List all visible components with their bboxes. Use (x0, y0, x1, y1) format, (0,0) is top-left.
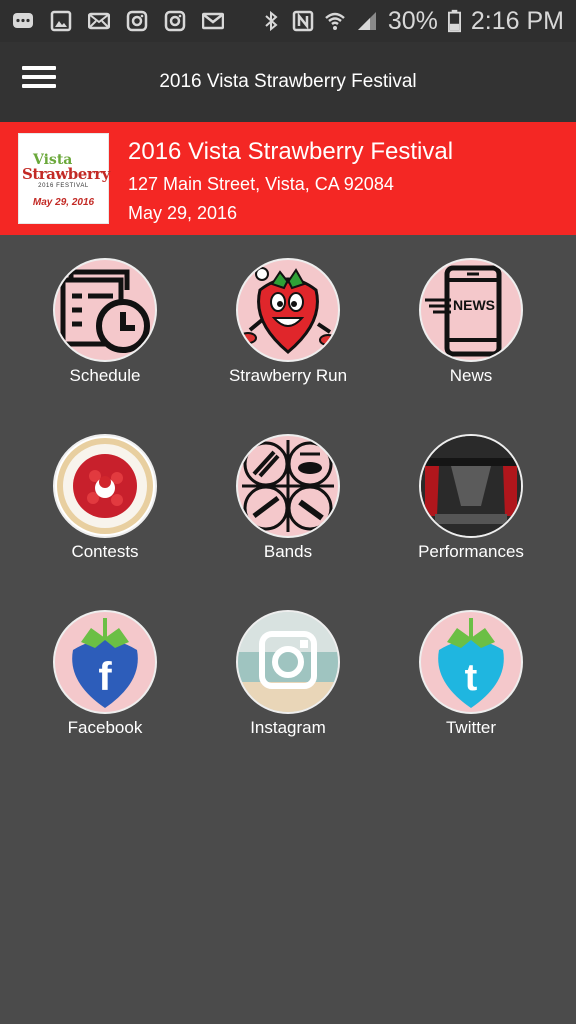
gmail-icon (202, 12, 224, 30)
news-phone-icon: NEWS (419, 258, 523, 362)
event-banner[interactable]: Vista Strawberry 2016 FESTIVAL May 29, 2… (0, 122, 576, 235)
logo-line-date: May 29, 2016 (32, 197, 95, 208)
gallery-icon (50, 10, 72, 32)
status-bar: 30% 2:16 PM (0, 0, 576, 42)
facebook-f-glyph: f (98, 655, 112, 699)
tile-news[interactable]: NEWS News (381, 258, 561, 408)
event-date: May 29, 2016 (128, 203, 238, 223)
strawberry-mascot-icon (236, 258, 340, 362)
battery-icon (447, 9, 461, 33)
tile-label: News (449, 366, 493, 385)
battery-percent: 30% (387, 6, 438, 35)
tile-strawberry-run[interactable]: Strawberry Run (198, 258, 378, 408)
tile-label: Strawberry Run (228, 366, 348, 385)
tile-label: Performances (418, 542, 524, 561)
instagram-icon (236, 610, 340, 714)
instagram-notification-icon-2 (164, 10, 186, 32)
strawberry-pie-icon (53, 434, 157, 538)
tile-bands[interactable]: Bands (198, 434, 378, 584)
instagram-notification-icon (126, 10, 148, 32)
tile-label: Bands (263, 542, 313, 561)
app-title: 2016 Vista Strawberry Festival (159, 71, 417, 92)
app-bar: 2016 Vista Strawberry Festival (0, 42, 576, 122)
stage-icon (419, 434, 523, 538)
nfc-icon (292, 10, 314, 32)
tile-twitter[interactable]: t Twitter (381, 610, 561, 760)
event-name: 2016 Vista Strawberry Festival (128, 138, 454, 165)
bluetooth-icon (265, 10, 278, 32)
wifi-icon (325, 12, 345, 30)
tile-label: Instagram (250, 718, 326, 737)
chat-bubble-icon (13, 13, 33, 28)
clock: 2:16 PM (470, 6, 564, 35)
tile-instagram[interactable]: Instagram (198, 610, 378, 760)
event-logo: Vista Strawberry 2016 FESTIVAL May 29, 2… (18, 133, 110, 224)
logo-line-strawberry: Strawberry (22, 165, 110, 183)
instruments-icon (236, 434, 340, 538)
schedule-icon (53, 258, 157, 362)
facebook-strawberry-icon: f (53, 610, 157, 714)
signal-icon (357, 12, 376, 30)
news-icon-text: NEWS (453, 297, 495, 313)
tile-performances[interactable]: Performances (381, 434, 561, 584)
status-indicators: 30% 2:16 PM (260, 0, 564, 42)
logo-line-festival: 2016 FESTIVAL (38, 183, 89, 189)
tile-facebook[interactable]: f Facebook (15, 610, 195, 760)
tile-label: Facebook (67, 718, 143, 737)
tile-schedule[interactable]: Schedule (15, 258, 195, 408)
tile-contests[interactable]: Contests (15, 434, 195, 584)
tile-label: Contests (71, 542, 139, 561)
twitter-t-glyph: t (465, 657, 478, 699)
mail-icon (88, 12, 110, 30)
event-address: 127 Main Street, Vista, CA 92084 (128, 174, 394, 194)
twitter-strawberry-icon: t (419, 610, 523, 714)
tile-label: Twitter (445, 718, 497, 737)
tile-label: Schedule (69, 366, 141, 385)
